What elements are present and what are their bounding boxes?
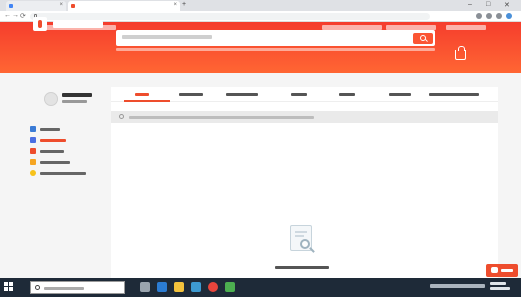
clock-time <box>490 282 506 285</box>
sidebar-item-notifications[interactable] <box>30 148 100 155</box>
taskbar-search-placeholder <box>44 287 84 290</box>
tab-return-refund[interactable] <box>429 93 479 96</box>
sidebar-item-orders[interactable] <box>30 137 100 144</box>
store-icon[interactable] <box>191 282 201 292</box>
reload-button[interactable]: ⟳ <box>20 12 26 20</box>
start-pane <box>9 287 13 291</box>
chat-label <box>501 269 513 272</box>
document-line <box>295 235 304 237</box>
windows-start-icon[interactable] <box>4 282 14 292</box>
sidebar-item-label <box>40 161 70 164</box>
browser-tab[interactable]: × <box>6 1 66 11</box>
store-logo[interactable] <box>33 13 109 35</box>
maximize-button[interactable]: □ <box>486 1 490 8</box>
file-explorer-icon[interactable] <box>174 282 184 292</box>
tab-to-receive[interactable] <box>291 93 307 96</box>
active-tab-underline <box>124 100 170 102</box>
cart-icon[interactable] <box>455 46 466 60</box>
start-pane <box>9 282 13 286</box>
task-view-icon[interactable] <box>140 282 150 292</box>
tab-favicon-icon <box>9 4 13 8</box>
sidebar-item-label <box>40 128 60 131</box>
logo-wordmark <box>53 21 103 28</box>
chrome-icon[interactable] <box>208 282 218 292</box>
empty-orders-icon <box>286 219 318 253</box>
close-tab-icon[interactable]: × <box>59 2 63 8</box>
clock-date <box>490 287 510 290</box>
sidebar-item-label <box>40 150 64 153</box>
bell-icon <box>30 148 36 154</box>
edge-icon[interactable] <box>157 282 167 292</box>
empty-orders-message <box>275 266 329 269</box>
avatar[interactable] <box>44 92 58 106</box>
search-button[interactable] <box>413 33 433 44</box>
search-placeholder <box>122 35 212 39</box>
tab-to-pay[interactable] <box>179 93 203 96</box>
taskbar-search-input[interactable] <box>30 281 125 294</box>
username <box>62 93 92 97</box>
extension-icon[interactable] <box>486 13 492 19</box>
order-search-input[interactable] <box>111 111 498 123</box>
chat-button[interactable] <box>486 264 518 277</box>
profile-icon[interactable] <box>506 13 512 19</box>
system-tray[interactable] <box>430 284 485 288</box>
tab-to-ship[interactable] <box>226 93 258 96</box>
user-icon <box>30 126 36 132</box>
search-icon <box>119 114 124 119</box>
extension-icon[interactable] <box>496 13 502 19</box>
search-icon <box>420 35 426 41</box>
sidebar-item-label <box>40 172 86 175</box>
tab-favicon-icon <box>71 4 75 8</box>
close-tab-icon[interactable]: × <box>173 2 177 8</box>
document-line <box>295 231 307 233</box>
extension-icon[interactable] <box>476 13 482 19</box>
orders-icon <box>30 137 36 143</box>
close-window-button[interactable]: ✕ <box>504 1 510 9</box>
sidebar-item-account[interactable] <box>30 126 100 133</box>
new-tab-icon[interactable]: + <box>182 1 186 8</box>
product-search-input[interactable] <box>116 30 435 46</box>
start-pane <box>4 287 8 291</box>
sidebar-item-vouchers[interactable] <box>30 159 100 166</box>
coin-icon <box>30 170 36 176</box>
tab-all[interactable] <box>135 93 149 96</box>
tab-completed[interactable] <box>339 93 355 96</box>
search-suggestions[interactable] <box>116 48 435 51</box>
shopping-bag-logo-icon <box>33 17 47 31</box>
browser-tab-strip: × × + – □ ✕ <box>0 0 521 11</box>
magnifier-handle <box>309 247 315 253</box>
voucher-icon <box>30 159 36 165</box>
sidebar-item-label <box>40 139 66 142</box>
forward-button[interactable]: → <box>12 12 19 19</box>
account-link[interactable] <box>446 25 486 30</box>
chat-bubble-icon <box>491 267 498 273</box>
browser-tab-active[interactable]: × <box>68 1 180 11</box>
os-taskbar <box>0 278 521 297</box>
start-pane <box>4 282 8 286</box>
edit-profile-link[interactable] <box>62 100 87 103</box>
minimize-button[interactable]: – <box>468 1 472 8</box>
sidebar-item-coins[interactable] <box>30 170 100 177</box>
taskbar-clock[interactable] <box>490 282 510 292</box>
order-search-placeholder <box>129 116 314 119</box>
tab-cancelled[interactable] <box>389 93 411 96</box>
search-icon <box>35 285 40 290</box>
back-button[interactable]: ← <box>4 12 11 19</box>
app-icon[interactable] <box>225 282 235 292</box>
